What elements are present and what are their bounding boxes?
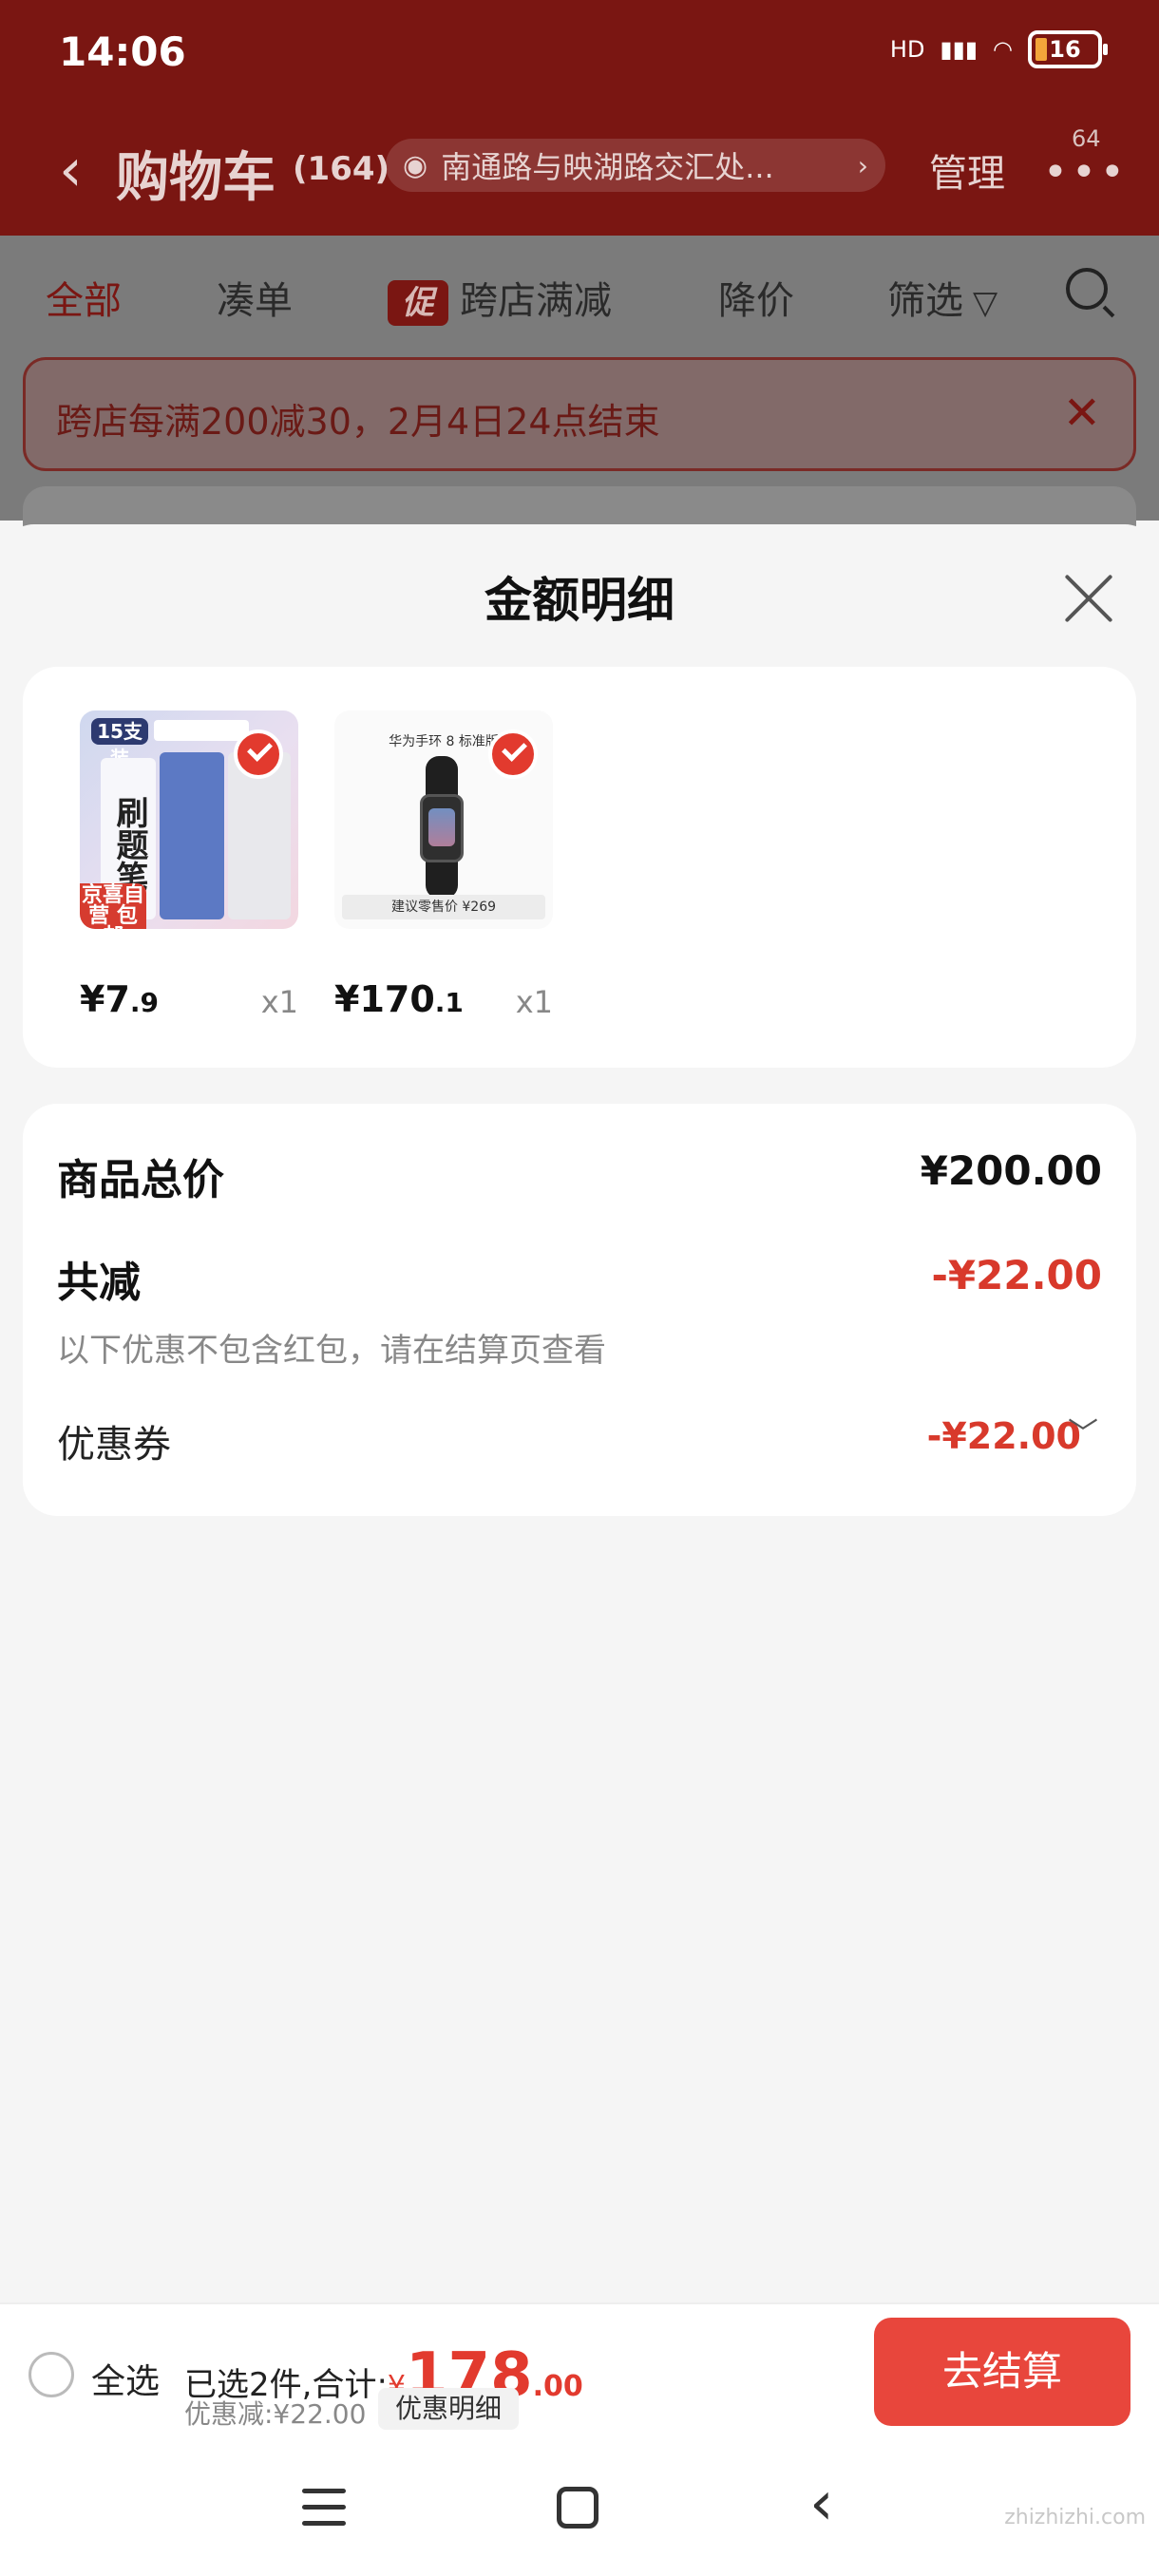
system-nav-bar: ‹ zhizhizhi.com <box>0 2443 1159 2576</box>
status-icons: HD ▮▮▮ ◠ 16 <box>889 30 1108 68</box>
pen-box-blue <box>160 752 224 919</box>
checkout-bar: 全选 已选2件,合计:¥178.00 优惠减:¥22.00 优惠明细 去结算 <box>0 2302 1159 2443</box>
price-detail-sheet: 金额明细 15支装 刷题笔 京喜自营 包邮 ¥7.9 x1 华为手环 8 标准版 <box>0 524 1159 2302</box>
band-screen <box>420 794 464 862</box>
sheet-title: 金额明细 <box>484 573 674 628</box>
total-decimal: .00 <box>532 2370 583 2403</box>
checkout-button[interactable]: 去结算 <box>874 2318 1130 2426</box>
battery-level: 16 <box>1049 36 1081 63</box>
product-qty: x1 <box>515 984 553 1020</box>
coupon-value[interactable]: -¥22.00 <box>927 1415 1081 1457</box>
signal-icon: ▮▮▮ <box>940 36 978 63</box>
close-icon[interactable] <box>1062 572 1115 625</box>
network-label: HD <box>889 36 925 63</box>
price-summary-card: 商品总价 ¥200.00 共减 -¥22.00 以下优惠不包含红包，请在结算页查… <box>23 1104 1136 1516</box>
back-icon[interactable]: ‹ <box>809 2473 834 2534</box>
more-badge: 64 <box>1072 125 1101 152</box>
cart-header: ‹ 购物车 (164) ◉ 南通路与映湖路交汇处... › 管理 ••• 64 <box>0 114 1159 236</box>
eye-icon: ◉ <box>403 148 428 182</box>
product-item-pens[interactable]: 15支装 刷题笔 京喜自营 包邮 ¥7.9 x1 <box>80 710 298 1035</box>
home-icon[interactable] <box>557 2487 598 2529</box>
product-thumbnail[interactable]: 15支装 刷题笔 京喜自营 包邮 <box>80 710 298 929</box>
menu-icon[interactable] <box>302 2489 346 2527</box>
close-banner-icon[interactable]: ✕ <box>1063 387 1101 440</box>
wifi-icon: ◠ <box>993 36 1013 63</box>
product-qty: x1 <box>260 984 298 1020</box>
price-int: ¥7 <box>80 978 130 1020</box>
check-icon[interactable] <box>234 729 283 779</box>
status-bar: 14:06 HD ▮▮▮ ◠ 16 <box>0 0 1159 114</box>
promo-tag: 促 <box>388 280 448 326</box>
cart-tabs: 全部 凑单 促跨店满减 降价 筛选 ▽ <box>0 236 1159 350</box>
tab-all[interactable]: 全部 <box>46 270 122 325</box>
tab-filter[interactable]: 筛选 ▽ <box>887 270 998 325</box>
pen-box-text: 刷题笔 <box>110 796 148 893</box>
price-int: ¥170 <box>334 978 435 1020</box>
tab-cross-store-label: 跨店满减 <box>460 279 612 323</box>
tab-filter-label: 筛选 <box>887 279 963 323</box>
address-selector[interactable]: ◉ 南通路与映湖路交汇处... › <box>386 139 885 192</box>
promo-banner: 跨店每满200减30，2月4日24点结束 ✕ <box>23 357 1136 471</box>
address-text: 南通路与映湖路交汇处... <box>441 149 774 185</box>
tab-bundle[interactable]: 凑单 <box>217 270 293 325</box>
discount-text: 优惠减:¥22.00 <box>184 2398 367 2430</box>
status-time: 14:06 <box>59 28 186 75</box>
tab-cross-store[interactable]: 促跨店满减 <box>388 270 612 326</box>
page-title: 购物车 <box>116 147 276 209</box>
promo-text: 跨店每满200减30，2月4日24点结束 <box>56 401 660 443</box>
price-dec: .9 <box>129 987 160 1018</box>
product-price: ¥170.1 <box>334 978 464 1020</box>
reduce-label: 共减 <box>57 1259 141 1307</box>
search-icon[interactable] <box>1066 268 1108 310</box>
free-shipping-tag: 京喜自营 包邮 <box>80 883 146 929</box>
thumbnail-strip <box>154 720 249 741</box>
price-dec: .1 <box>434 987 464 1018</box>
manage-button[interactable]: 管理 <box>929 142 1005 198</box>
coupon-label[interactable]: 优惠券 <box>57 1413 171 1468</box>
chevron-down-icon[interactable]: ﹀ <box>1068 1410 1098 1453</box>
tab-price-drop[interactable]: 降价 <box>718 270 794 325</box>
band-box-price: 建议零售价 ¥269 <box>342 895 545 919</box>
back-arrow-icon[interactable]: ‹ <box>59 141 83 199</box>
filter-icon: ▽ <box>973 284 998 322</box>
battery-icon: 16 <box>1028 30 1108 68</box>
check-icon[interactable] <box>488 729 538 779</box>
total-label: 商品总价 <box>57 1156 224 1204</box>
chevron-right-icon: › <box>857 149 868 181</box>
more-icon[interactable]: ••• <box>1043 148 1129 197</box>
cart-count: (164) <box>293 150 390 188</box>
select-all-label[interactable]: 全选 <box>91 2354 160 2403</box>
price-row: ¥7.9 x1 <box>80 978 298 1035</box>
watermark: zhizhizhi.com <box>1004 2506 1146 2529</box>
reduce-value: -¥22.00 <box>931 1252 1102 1298</box>
pack-count-badge: 15支装 <box>91 718 148 769</box>
product-price: ¥7.9 <box>80 978 159 1020</box>
select-all-radio[interactable] <box>28 2352 74 2397</box>
price-row: ¥170.1 x1 <box>334 978 553 1035</box>
discount-note: 以下优惠不包含红包，请在结算页查看 <box>57 1332 606 1370</box>
discount-detail-button[interactable]: 优惠明细 <box>378 2388 520 2430</box>
total-value: ¥200.00 <box>920 1147 1102 1194</box>
product-thumbnail[interactable]: 华为手环 8 标准版 建议零售价 ¥269 <box>334 710 553 929</box>
product-item-band[interactable]: 华为手环 8 标准版 建议零售价 ¥269 ¥170.1 x1 <box>334 710 553 1035</box>
selected-products-card: 15支装 刷题笔 京喜自营 包邮 ¥7.9 x1 华为手环 8 标准版 建议零售… <box>23 667 1136 1068</box>
